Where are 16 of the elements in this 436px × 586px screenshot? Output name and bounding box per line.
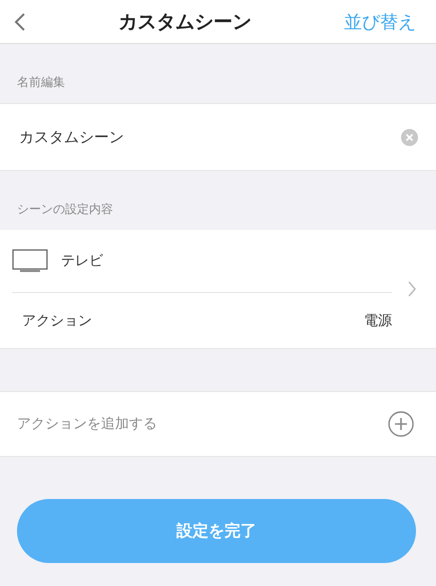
chevron-right-icon (408, 281, 416, 297)
add-action-row[interactable]: アクションを追加する (0, 391, 436, 457)
action-label: アクション (22, 312, 92, 330)
name-field[interactable]: カスタムシーン (0, 103, 436, 171)
name-input[interactable]: カスタムシーン (17, 127, 401, 147)
section-label: シーンの設定内容 (16, 201, 114, 218)
section-label: 名前編集 (16, 74, 66, 91)
tv-icon (12, 249, 48, 273)
device-card[interactable]: テレビ アクション 電源 (0, 230, 436, 349)
add-action-label: アクションを追加する (17, 415, 157, 433)
chevron-left-icon (14, 12, 26, 32)
device-name: テレビ (61, 252, 103, 270)
back-button[interactable] (14, 12, 26, 32)
plus-circle-icon[interactable] (388, 411, 414, 437)
page-title: カスタムシーン (118, 10, 252, 34)
action-value: 電源 (364, 312, 392, 330)
